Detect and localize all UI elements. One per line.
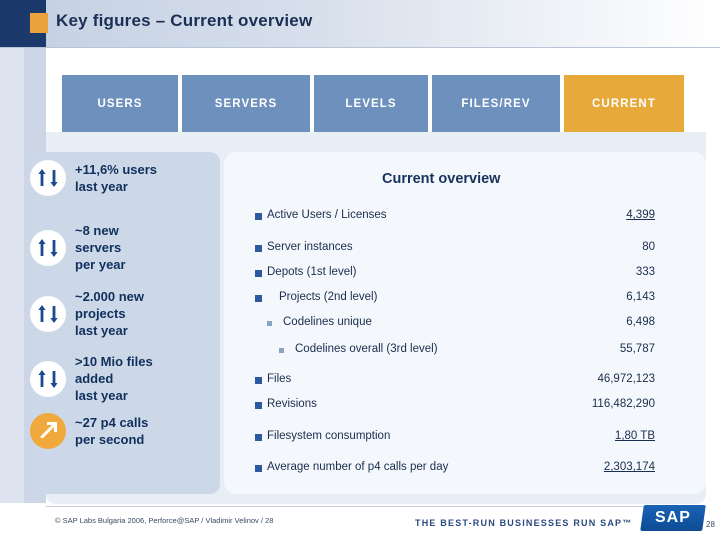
metric-row: Files 46,972,123 bbox=[255, 373, 655, 388]
metric-row: Average number of p4 calls per day 2,303,… bbox=[255, 461, 655, 476]
bullet-square-icon bbox=[255, 245, 262, 252]
up-down-arrows-icon bbox=[30, 360, 66, 397]
bullet-square-icon bbox=[267, 321, 272, 326]
metric-label: Average number of p4 calls per day bbox=[267, 461, 449, 473]
metric-row: Filesystem consumption 1,80 TB bbox=[255, 430, 655, 445]
header-square-marker bbox=[30, 13, 48, 33]
metric-label: Revisions bbox=[267, 398, 317, 410]
bullet-square-icon bbox=[255, 377, 262, 384]
bullet-square-icon bbox=[255, 402, 262, 409]
highlight-item: ~2.000 new projects last year bbox=[30, 288, 226, 339]
metric-value: 116,482,290 bbox=[591, 398, 655, 410]
slide-header: Key figures – Current overview bbox=[0, 0, 720, 48]
tab-levels[interactable]: LEVELS bbox=[314, 75, 430, 132]
metric-value: 46,972,123 bbox=[597, 373, 655, 385]
bullet-square-icon bbox=[255, 434, 262, 441]
metric-value: 1,80 TB bbox=[614, 430, 655, 442]
highlight-item: ~8 new servers per year bbox=[30, 222, 226, 273]
tab-users[interactable]: USERS bbox=[62, 75, 180, 132]
metric-label: Files bbox=[267, 373, 292, 385]
bullet-square-icon bbox=[255, 213, 262, 220]
metric-row: Revisions 116,482,290 bbox=[255, 398, 655, 413]
copyright-text: © SAP Labs Bulgaria 2006, Perforce@SAP /… bbox=[55, 516, 274, 525]
metric-label: Codelines unique bbox=[283, 316, 372, 328]
highlight-item: >10 Mio files added last year bbox=[30, 353, 226, 404]
page-number: 28 bbox=[706, 520, 715, 529]
bullet-square-icon bbox=[255, 465, 262, 472]
up-down-arrows-icon bbox=[30, 295, 66, 332]
metric-label: Codelines overall (3rd level) bbox=[295, 343, 438, 355]
metric-row: Projects (2nd level) 6,143 bbox=[255, 291, 655, 306]
header-divider bbox=[0, 47, 720, 48]
arrow-up-right-icon bbox=[30, 413, 66, 449]
sap-tagline: THE BEST-RUN BUSINESSES RUN SAP™ bbox=[415, 518, 633, 528]
metric-label: Active Users / Licenses bbox=[267, 209, 387, 221]
metric-row: Server instances 80 bbox=[255, 241, 655, 256]
sap-logo: SAP bbox=[640, 505, 706, 531]
page-title: Key figures – Current overview bbox=[56, 11, 313, 30]
highlight-item: +11,6% users last year bbox=[30, 160, 226, 196]
tab-files-rev[interactable]: FILES/REV bbox=[432, 75, 562, 132]
highlight-label: ~2.000 new projects last year bbox=[75, 289, 145, 338]
footer-divider bbox=[46, 506, 706, 507]
metric-label: Depots (1st level) bbox=[267, 266, 357, 278]
metric-row: Active Users / Licenses 4,399 bbox=[255, 209, 655, 224]
tab-current[interactable]: CURRENT bbox=[564, 75, 684, 132]
highlight-label: ~27 p4 calls per second bbox=[75, 415, 149, 447]
bullet-square-icon bbox=[279, 348, 284, 353]
highlight-item: ~27 p4 calls per second bbox=[30, 413, 226, 449]
metric-value: 333 bbox=[635, 266, 655, 278]
overview-title: Current overview bbox=[382, 171, 501, 187]
metric-row: Depots (1st level) 333 bbox=[255, 266, 655, 281]
bullet-square-icon bbox=[255, 270, 262, 277]
metric-row: Codelines overall (3rd level) 55,787 bbox=[255, 343, 655, 358]
metric-label: Projects (2nd level) bbox=[279, 291, 378, 303]
metric-value: 80 bbox=[642, 241, 655, 253]
up-down-arrows-icon bbox=[30, 229, 66, 266]
left-band-inner bbox=[0, 48, 24, 503]
highlight-label: +11,6% users last year bbox=[75, 162, 158, 194]
metric-label: Filesystem consumption bbox=[267, 430, 391, 442]
sap-logo-text: SAP bbox=[655, 509, 691, 526]
bullet-square-icon bbox=[255, 295, 262, 302]
metric-value: 2,303,174 bbox=[603, 461, 655, 473]
metric-row: Codelines unique 6,498 bbox=[255, 316, 655, 331]
metric-label: Server instances bbox=[267, 241, 353, 253]
highlight-label: ~8 new servers per year bbox=[75, 223, 126, 272]
up-down-arrows-icon bbox=[30, 160, 66, 196]
metric-value: 6,143 bbox=[626, 291, 655, 303]
highlight-label: >10 Mio files added last year bbox=[75, 354, 153, 403]
metric-value: 4,399 bbox=[626, 209, 655, 221]
metric-value: 6,498 bbox=[626, 316, 655, 328]
metric-value: 55,787 bbox=[619, 343, 655, 355]
tab-servers[interactable]: SERVERS bbox=[182, 75, 312, 132]
